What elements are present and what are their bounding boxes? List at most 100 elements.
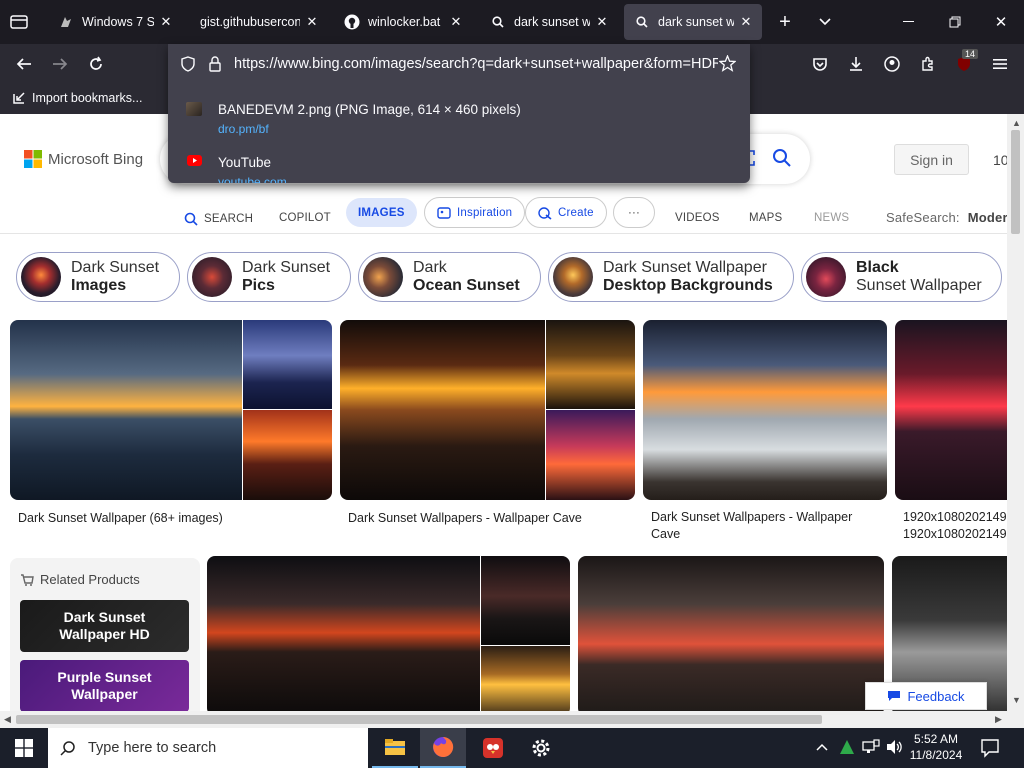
nav-inspiration[interactable]: Inspiration	[424, 197, 526, 228]
result-caption[interactable]: 1920x1080202149 1920x1080202149	[903, 509, 1007, 543]
scroll-thumb[interactable]	[16, 715, 822, 724]
start-button[interactable]	[0, 728, 48, 768]
nav-label: COPILOT	[279, 212, 331, 224]
taskbar-clock[interactable]: 5:52 AM 11/8/2024	[906, 731, 966, 763]
account-icon[interactable]	[878, 52, 906, 76]
nav-maps[interactable]: MAPS	[749, 212, 782, 224]
scroll-left-icon[interactable]: ◀	[4, 714, 11, 725]
nav-create[interactable]: Create	[525, 197, 607, 228]
taskbar-firefox[interactable]	[420, 728, 466, 768]
minimize-icon[interactable]	[898, 12, 920, 32]
pill-line1: Dark Sunset Wallpaper	[603, 259, 767, 276]
extensions-icon[interactable]	[914, 52, 942, 76]
search-icon	[60, 741, 75, 756]
feedback-button[interactable]: Feedback	[865, 682, 987, 710]
ublock-icon[interactable]: 14	[950, 49, 979, 76]
result-caption[interactable]: Dark Sunset Wallpapers - Wallpaper Cave	[651, 509, 881, 543]
image-result[interactable]	[578, 556, 884, 711]
url-input[interactable]: https://www.bing.com/images/search?q=dar…	[234, 56, 718, 72]
url-suggestion[interactable]: BANEDEVM 2.png (PNG Image, 614 × 460 pix…	[168, 96, 750, 146]
network-icon[interactable]	[862, 739, 880, 758]
nav-search[interactable]: SEARCH	[184, 212, 253, 226]
safesearch[interactable]: SafeSearch: Moder	[886, 210, 1007, 225]
sign-in-button[interactable]: Sign in	[894, 144, 969, 175]
firefox-view-icon[interactable]	[8, 12, 30, 32]
image-result[interactable]	[643, 320, 887, 500]
result-caption[interactable]: Dark Sunset Wallpaper (68+ images)	[18, 510, 318, 527]
image-result[interactable]	[10, 320, 332, 500]
product-item[interactable]: Purple Sunset Wallpaper	[20, 660, 189, 711]
scroll-down-icon[interactable]: ▼	[1012, 695, 1021, 705]
close-icon[interactable]: ✕	[738, 14, 754, 30]
bing-logo[interactable]: Microsoft Bing	[24, 150, 143, 168]
scroll-right-icon[interactable]: ▶	[995, 714, 1002, 725]
new-tab-icon[interactable]: +	[774, 11, 796, 33]
close-icon[interactable]: ✕	[304, 14, 320, 30]
feedback-label: Feedback	[907, 688, 965, 704]
menu-icon[interactable]	[986, 52, 1014, 76]
taskbar-file-explorer[interactable]	[372, 728, 418, 768]
search-icon[interactable]	[772, 148, 792, 168]
list-tabs-icon[interactable]	[814, 12, 836, 32]
nav-images[interactable]: IMAGES	[346, 198, 417, 227]
bing-page: Microsoft Bing Sign in 10 SEARCH COPILOT…	[0, 114, 1007, 711]
taskbar-app-bird[interactable]	[470, 728, 516, 768]
window-close-icon[interactable]: ✕	[990, 12, 1012, 32]
chevron-up-icon[interactable]	[816, 740, 828, 754]
bookmark-star-icon[interactable]	[719, 55, 736, 72]
pill-line1: Dark	[413, 259, 447, 276]
nav-news[interactable]: NEWS	[814, 212, 849, 224]
close-icon[interactable]: ✕	[158, 14, 174, 30]
tab-gist[interactable]: gist.githubusercontent ✕	[190, 4, 328, 40]
nav-copilot[interactable]: COPILOT	[279, 212, 331, 224]
taskbar-search[interactable]: Type here to search	[48, 728, 368, 768]
image-result[interactable]	[207, 556, 570, 711]
nav-videos[interactable]: VIDEOS	[675, 212, 720, 224]
pill-thumbnail	[192, 257, 232, 297]
pocket-icon[interactable]	[806, 52, 834, 76]
rewards-count[interactable]: 10	[993, 152, 1007, 168]
nav-label: Inspiration	[457, 206, 513, 219]
horizontal-scrollbar[interactable]: ◀ ▶	[0, 711, 1024, 728]
firefox-icon	[433, 736, 454, 757]
related-pill[interactable]: Dark Ocean Sunset	[358, 252, 541, 302]
search-icon	[490, 14, 506, 30]
scroll-up-icon[interactable]: ▲	[1012, 118, 1021, 128]
scroll-thumb[interactable]	[1011, 130, 1020, 234]
close-icon[interactable]: ✕	[448, 14, 464, 30]
restore-icon[interactable]	[944, 12, 966, 32]
tab-winlocker[interactable]: winlocker.bat · G ✕	[334, 4, 472, 40]
network-app-icon[interactable]	[838, 738, 856, 759]
pill-line2: Sunset Wallpaper	[856, 277, 982, 294]
related-pill[interactable]: Black Sunset Wallpaper	[801, 252, 1002, 302]
result-caption[interactable]: Dark Sunset Wallpapers - Wallpaper Cave	[348, 510, 638, 527]
back-arrow-icon[interactable]	[10, 52, 38, 76]
tracking-protection-icon[interactable]	[180, 56, 196, 72]
result-image	[243, 410, 332, 500]
nav-more[interactable]: ···	[613, 197, 655, 228]
volume-icon[interactable]	[886, 739, 904, 758]
image-result[interactable]	[340, 320, 635, 500]
tab-windows7[interactable]: Windows 7 Super ✕	[48, 4, 182, 40]
close-icon[interactable]: ✕	[594, 14, 610, 30]
related-pill[interactable]: Dark Sunset Pics	[187, 252, 351, 302]
pill-thumbnail	[21, 257, 61, 297]
reload-icon[interactable]	[82, 52, 110, 76]
nav-label: VIDEOS	[675, 212, 720, 224]
image-result[interactable]	[895, 320, 1007, 500]
suggestion-title: YouTube	[218, 155, 272, 170]
notification-icon[interactable]	[980, 738, 1000, 761]
product-item[interactable]: Dark Sunset Wallpaper HD	[20, 600, 189, 652]
vertical-scrollbar[interactable]: ▲ ▼	[1007, 114, 1024, 711]
tab-dark-sunset-1[interactable]: dark sunset wallp ✕	[480, 4, 618, 40]
related-pill[interactable]: Dark Sunset Images	[16, 252, 180, 302]
tab-dark-sunset-active[interactable]: dark sunset wallp ✕	[624, 4, 762, 40]
import-bookmarks[interactable]: Import bookmarks...	[12, 91, 142, 105]
related-pill[interactable]: Dark Sunset Wallpaper Desktop Backgrounds	[548, 252, 794, 302]
lock-icon[interactable]	[208, 56, 222, 72]
downloads-icon[interactable]	[842, 52, 870, 76]
forward-arrow-icon[interactable]	[46, 52, 74, 76]
url-bar-dropdown[interactable]: https://www.bing.com/images/search?q=dar…	[168, 44, 750, 183]
taskbar-settings[interactable]	[518, 728, 564, 768]
url-suggestion[interactable]: YouTube youtube.com	[168, 149, 750, 183]
